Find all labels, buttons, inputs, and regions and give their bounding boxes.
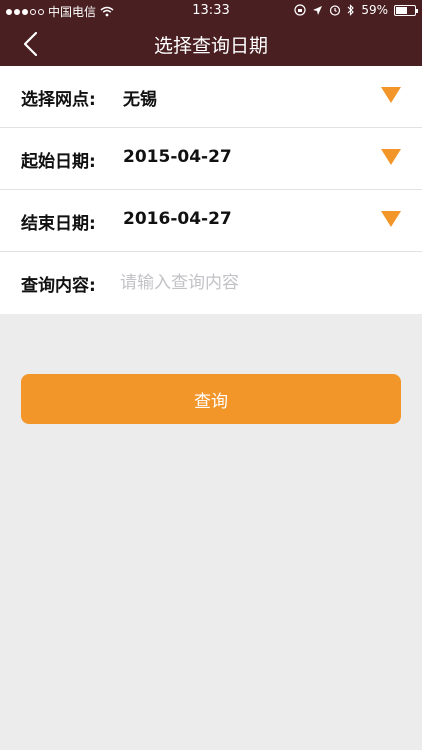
branch-select-row[interactable]: 选择网点: 无锡 <box>0 66 422 128</box>
query-content-row: 查询内容: <box>0 252 422 314</box>
end-date-row[interactable]: 结束日期: 2016-04-27 <box>0 190 422 252</box>
dropdown-arrow-icon[interactable] <box>381 87 401 103</box>
bluetooth-icon <box>347 4 355 16</box>
start-date-row[interactable]: 起始日期: 2015-04-27 <box>0 128 422 190</box>
dropdown-arrow-icon[interactable] <box>381 211 401 227</box>
page-title: 选择查询日期 <box>153 35 268 57</box>
end-date-value: 2016-04-27 <box>123 209 232 229</box>
start-date-label: 起始日期: <box>21 152 96 172</box>
branch-label: 选择网点: <box>21 90 96 110</box>
battery-icon <box>394 4 418 16</box>
query-content-label: 查询内容: <box>21 276 96 296</box>
end-date-label: 结束日期: <box>21 214 96 234</box>
start-date-value: 2015-04-27 <box>123 147 232 167</box>
location-icon <box>313 5 323 15</box>
status-bar: 中国电信 13:33 59% <box>0 0 422 22</box>
dropdown-arrow-icon[interactable] <box>381 149 401 165</box>
query-form: 选择网点: 无锡 起始日期: 2015-04-27 结束日期: 2016-04-… <box>0 66 422 314</box>
query-button[interactable]: 查询 <box>21 374 401 424</box>
top-bar: 中国电信 13:33 59% 选择查询日期 <box>0 0 422 66</box>
orientation-lock-icon <box>294 4 306 16</box>
navigation-bar: 选择查询日期 <box>0 22 422 66</box>
query-content-input[interactable] <box>120 264 400 302</box>
battery-percent: 59% <box>361 3 388 17</box>
branch-value: 无锡 <box>123 90 157 110</box>
alarm-icon <box>330 5 341 16</box>
status-right: 59% <box>294 3 418 17</box>
